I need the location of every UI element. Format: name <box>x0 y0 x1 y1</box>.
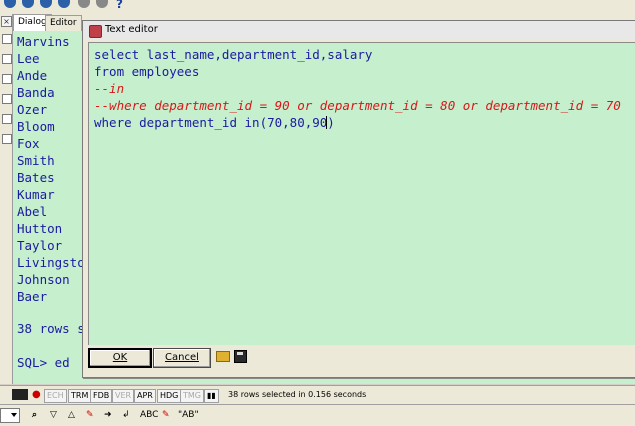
editor-app-icon <box>89 25 102 38</box>
result-row: Marvins <box>17 34 70 49</box>
result-row: Fox <box>17 136 40 151</box>
result-row: Johnson <box>17 272 70 287</box>
result-row: Livingston <box>17 255 93 270</box>
abc-icon[interactable]: ABC <box>140 409 158 421</box>
editor-line: --in <box>94 81 125 96</box>
ok-button[interactable]: OK <box>88 348 152 368</box>
dialog-titlebar[interactable]: Text editor <box>83 21 635 40</box>
editor-line-text: where department_id in(70,80,90 <box>94 115 328 130</box>
panel-icon[interactable] <box>2 54 12 64</box>
result-row: Banda <box>17 85 55 100</box>
sql-editor-area[interactable]: select last_name,department_id,salary fr… <box>88 42 635 345</box>
flag-hdg[interactable]: HDG <box>157 389 182 403</box>
editor-line-tail: ) <box>327 115 335 130</box>
font-dropdown[interactable] <box>0 408 20 423</box>
flag-fdb[interactable]: FDB <box>90 389 113 403</box>
close-icon[interactable]: × <box>1 16 12 27</box>
toolbar-icon[interactable] <box>96 0 108 8</box>
panel-icon[interactable] <box>2 114 12 124</box>
editor-line: from employees <box>94 64 200 79</box>
db-icon[interactable] <box>58 0 70 8</box>
status-message: 38 rows selected in 0.156 seconds <box>228 390 367 399</box>
result-row: Abel <box>17 204 48 219</box>
clear-icon[interactable]: ✎ <box>162 409 170 421</box>
result-row: Smith <box>17 153 55 168</box>
result-row: Lee <box>17 51 40 66</box>
pause-icon[interactable]: ▮▮ <box>204 389 219 403</box>
edit-icon[interactable]: ✎ <box>86 409 94 421</box>
arrow-icon[interactable]: ➜ <box>104 409 112 421</box>
wrap-icon[interactable]: ↲ <box>122 409 130 421</box>
triangle-icon[interactable]: △ <box>68 409 75 421</box>
cancel-button-label: Cancel <box>165 352 199 363</box>
main-toolbar: ? <box>0 0 635 15</box>
result-row: Kumar <box>17 187 55 202</box>
filter-down-icon[interactable]: ▽ <box>50 409 57 421</box>
db-icon[interactable] <box>40 0 52 8</box>
panel-icon[interactable] <box>2 134 12 144</box>
editor-line: select last_name,department_id,salary <box>94 47 373 62</box>
db-connect-icon[interactable] <box>4 0 16 8</box>
quote-ab-icon[interactable]: "AB" <box>178 409 199 421</box>
result-row: Bloom <box>17 119 55 134</box>
bottom-toolbar: ⌕ ▽ △ ✎ ➜ ↲ ABC ✎ "AB" <box>0 404 635 426</box>
binoculars-icon[interactable]: ⌕ <box>32 409 37 421</box>
record-icon[interactable]: ● <box>32 389 41 400</box>
cancel-button[interactable]: Cancel <box>153 348 211 368</box>
sql-prompt: SQL> ed <box>17 355 70 370</box>
result-row: Baer <box>17 289 48 304</box>
ok-button-label: OK <box>112 352 128 363</box>
result-row: Taylor <box>17 238 63 253</box>
flag-ech[interactable]: ECH <box>44 389 67 403</box>
result-row: Hutton <box>17 221 63 236</box>
flag-trm[interactable]: TRM <box>68 389 92 403</box>
db-icon[interactable] <box>22 0 34 8</box>
lines-icon[interactable] <box>12 389 28 400</box>
editor-line: --where department_id = 90 or department… <box>94 98 621 113</box>
toolbar-icon[interactable] <box>78 0 90 8</box>
dialog-button-bar: OK Cancel <box>88 345 635 371</box>
save-file-icon[interactable] <box>234 350 247 363</box>
flag-apr[interactable]: APR <box>134 389 156 403</box>
tab-editor[interactable]: Editor <box>45 15 82 31</box>
result-row: Ande <box>17 68 48 83</box>
help-icon[interactable]: ? <box>116 0 123 11</box>
result-row: Bates <box>17 170 55 185</box>
panel-icon[interactable] <box>2 94 12 104</box>
editor-line-current: where department_id in(70,80,90) <box>94 115 335 130</box>
text-editor-dialog: Text editor select last_name,department_… <box>82 20 635 378</box>
panel-icon[interactable] <box>2 34 12 44</box>
panel-icon[interactable] <box>2 74 12 84</box>
result-row: Ozer <box>17 102 48 117</box>
dialog-title: Text editor <box>105 24 158 35</box>
flag-tmg[interactable]: TMG <box>180 389 204 403</box>
flag-ver[interactable]: VER <box>112 389 135 403</box>
side-strip: × <box>0 14 13 384</box>
open-file-icon[interactable] <box>216 351 230 362</box>
status-bar: ● ECH TRM FDB VER APR HDG TMG ▮▮ 38 rows… <box>0 385 635 404</box>
